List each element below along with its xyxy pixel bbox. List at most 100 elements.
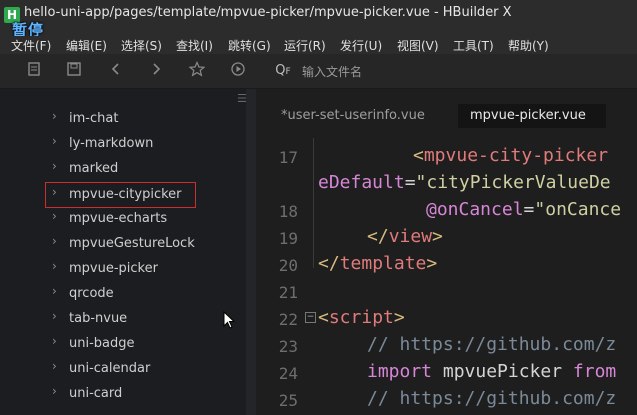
indent-guide: [313, 138, 314, 268]
code-line-20: </template>: [318, 253, 437, 274]
tree-item-label: uni-badge: [69, 336, 135, 351]
tree-item-mpvuegesturelock[interactable]: › mpvueGestureLock: [46, 232, 246, 256]
code-token: mpvuePicker: [432, 361, 573, 382]
tree-item-ly-markdown[interactable]: › ly-markdown: [46, 132, 246, 156]
code-token: </: [318, 253, 340, 274]
chevron-right-icon: ›: [52, 159, 57, 173]
line-number: 25: [278, 391, 298, 410]
tree-item-marked[interactable]: › marked: [46, 157, 246, 181]
code-line-22: <script>: [318, 307, 405, 328]
back-arrow-icon[interactable]: [106, 61, 126, 81]
code-token: >: [432, 226, 443, 247]
menu-edit[interactable]: 编辑(E): [66, 37, 107, 54]
code-token: eDefault: [318, 172, 405, 193]
code-line-25: // https://github.com/z: [367, 388, 616, 409]
file-search-icon[interactable]: QF: [270, 61, 296, 81]
tree-item-label: mpvueGestureLock: [69, 236, 195, 251]
code-line-23: // https://github.com/z: [367, 334, 616, 355]
code-token: </: [367, 226, 389, 247]
line-number: 19: [278, 229, 298, 248]
code-token: <: [318, 307, 329, 328]
code-token: "cityPickerValueDe: [415, 172, 611, 193]
menu-bar: 文件(F) 编辑(E) 选择(S) 查找(I) 跳转(G) 运行(R) 发行(U…: [0, 36, 637, 54]
code-line-17: <mpvue-city-picker: [413, 145, 608, 166]
menu-view[interactable]: 视图(V): [397, 37, 439, 54]
menu-publish[interactable]: 发行(U): [340, 37, 382, 54]
code-token: <: [413, 145, 424, 166]
code-token: =: [404, 172, 416, 193]
hamburger-menu-icon[interactable]: ☰: [237, 92, 247, 105]
code-token: template: [339, 253, 427, 274]
mouse-cursor-icon: [223, 310, 236, 333]
tree-item-uni-card[interactable]: › uni-card: [46, 382, 246, 406]
tree-item-label: mpvue-picker: [69, 261, 158, 276]
tab-label: mpvue-picker.vue: [470, 108, 586, 123]
new-file-icon[interactable]: [24, 61, 44, 81]
line-number: 17: [278, 148, 298, 167]
code-token: script: [328, 307, 394, 328]
tree-item-label: marked: [69, 161, 119, 176]
menu-tools[interactable]: 工具(T): [453, 37, 494, 54]
tree-item-tab-nvue[interactable]: › tab-nvue: [46, 307, 246, 331]
code-token: @onCancel: [426, 199, 524, 220]
tab-mpvue-picker-active[interactable]: mpvue-picker.vue: [458, 104, 606, 128]
run-icon[interactable]: [228, 61, 248, 81]
chevron-right-icon: ›: [52, 259, 57, 273]
tree-item-label: uni-card: [69, 386, 123, 401]
chevron-right-icon: ›: [52, 334, 57, 348]
chevron-right-icon: ›: [52, 309, 57, 323]
save-icon[interactable]: [64, 61, 84, 81]
code-token: import: [367, 361, 433, 382]
window-title: hello-uni-app/pages/template/mpvue-picke…: [24, 5, 512, 20]
menu-file[interactable]: 文件(F): [11, 37, 51, 54]
code-token: view: [388, 226, 433, 247]
sidebar-divider[interactable]: [246, 89, 256, 415]
fold-toggle-icon[interactable]: −: [305, 312, 316, 323]
menu-goto[interactable]: 跳转(G): [228, 37, 271, 54]
tree-item-label: mpvue-echarts: [69, 211, 168, 226]
line-number: 18: [278, 202, 298, 221]
search-sub: F: [285, 67, 291, 77]
tree-item-mpvue-citypicker[interactable]: › mpvue-citypicker: [45, 182, 196, 208]
file-search-input[interactable]: 输入文件名: [302, 63, 482, 81]
tree-item-label: mpvue-citypicker: [69, 187, 182, 202]
chevron-right-icon: ›: [52, 384, 57, 398]
tree-item-label: ly-markdown: [69, 136, 154, 151]
code-token: =: [523, 199, 535, 220]
tree-item-uni-badge[interactable]: › uni-badge: [46, 332, 246, 356]
chevron-right-icon: ›: [52, 185, 57, 199]
line-number: 22: [278, 310, 298, 329]
tree-item-uni-calendar[interactable]: › uni-calendar: [46, 357, 246, 381]
line-number: 23: [278, 337, 298, 356]
code-token: >: [393, 307, 405, 328]
tab-user-set-userinfo[interactable]: *user-set-userinfo.vue: [281, 108, 425, 123]
tree-item-label: tab-nvue: [69, 311, 128, 326]
chevron-right-icon: ›: [52, 234, 57, 248]
search-prefix: Q: [275, 63, 286, 78]
tree-item-label: im-chat: [69, 111, 119, 126]
code-token: // https://github.com/z: [367, 334, 617, 355]
tree-item-label: uni-calendar: [69, 361, 151, 376]
forward-arrow-icon[interactable]: [146, 61, 166, 81]
menu-find[interactable]: 查找(I): [176, 37, 213, 54]
menu-run[interactable]: 运行(R): [284, 37, 326, 54]
code-token: "onCance: [534, 199, 622, 220]
code-token: mpvue-city-picker: [423, 145, 609, 166]
tree-item-mpvue-picker[interactable]: › mpvue-picker: [46, 257, 246, 281]
menu-help[interactable]: 帮助(Y): [508, 37, 549, 54]
chevron-right-icon: ›: [52, 109, 57, 123]
chevron-right-icon: ›: [52, 284, 57, 298]
code-token: from: [572, 361, 617, 382]
menu-select[interactable]: 选择(S): [121, 37, 162, 54]
code-line-17-wrap: eDefault="cityPickerValueDe: [318, 172, 611, 193]
chevron-right-icon: ›: [52, 359, 57, 373]
code-line-18: @onCancel="onCance: [426, 199, 621, 220]
star-icon[interactable]: [187, 61, 207, 81]
chevron-right-icon: ›: [52, 209, 57, 223]
line-number: 21: [278, 283, 298, 302]
code-line-24: import mpvuePicker from: [367, 361, 616, 382]
code-token: // https://github.com/z: [367, 388, 617, 409]
tree-item-mpvue-echarts[interactable]: › mpvue-echarts: [46, 207, 246, 231]
tree-item-im-chat[interactable]: › im-chat: [46, 107, 246, 131]
tree-item-qrcode[interactable]: › qrcode: [46, 282, 246, 306]
